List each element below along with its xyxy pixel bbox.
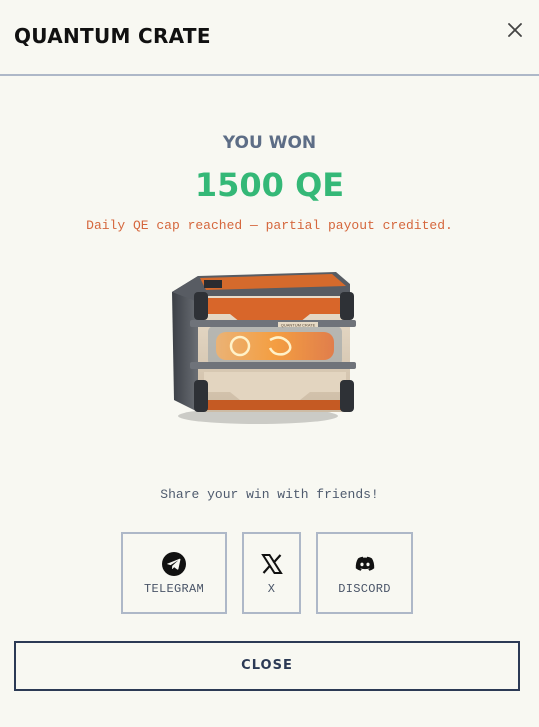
- crate-label: QUANTUM CRATE: [281, 323, 316, 328]
- telegram-label: TELEGRAM: [143, 582, 204, 596]
- you-won-label: YOU WON: [222, 133, 317, 153]
- close-button[interactable]: CLOSE: [14, 641, 520, 691]
- discord-icon: [353, 552, 377, 576]
- x-share-button[interactable]: X: [242, 532, 301, 614]
- close-icon[interactable]: [505, 20, 525, 40]
- discord-label: DISCORD: [338, 582, 391, 596]
- cap-notice: Daily QE cap reached — partial payout cr…: [86, 218, 453, 233]
- modal-header: QUANTUM CRATE: [0, 0, 539, 76]
- modal-title: QUANTUM CRATE: [14, 24, 211, 48]
- share-prompt: Share your win with friends!: [160, 487, 379, 502]
- quantum-crate-modal: QUANTUM CRATE YOU WON 1500 QE Daily QE c…: [0, 0, 539, 727]
- telegram-share-button[interactable]: TELEGRAM: [121, 532, 227, 614]
- discord-share-button[interactable]: DISCORD: [316, 532, 413, 614]
- x-label: X: [267, 582, 276, 596]
- prize-amount: 1500 QE: [194, 166, 345, 204]
- crate-image: QUANTUM CRATE: [160, 262, 356, 428]
- telegram-icon: [162, 552, 186, 576]
- x-icon: [260, 552, 284, 576]
